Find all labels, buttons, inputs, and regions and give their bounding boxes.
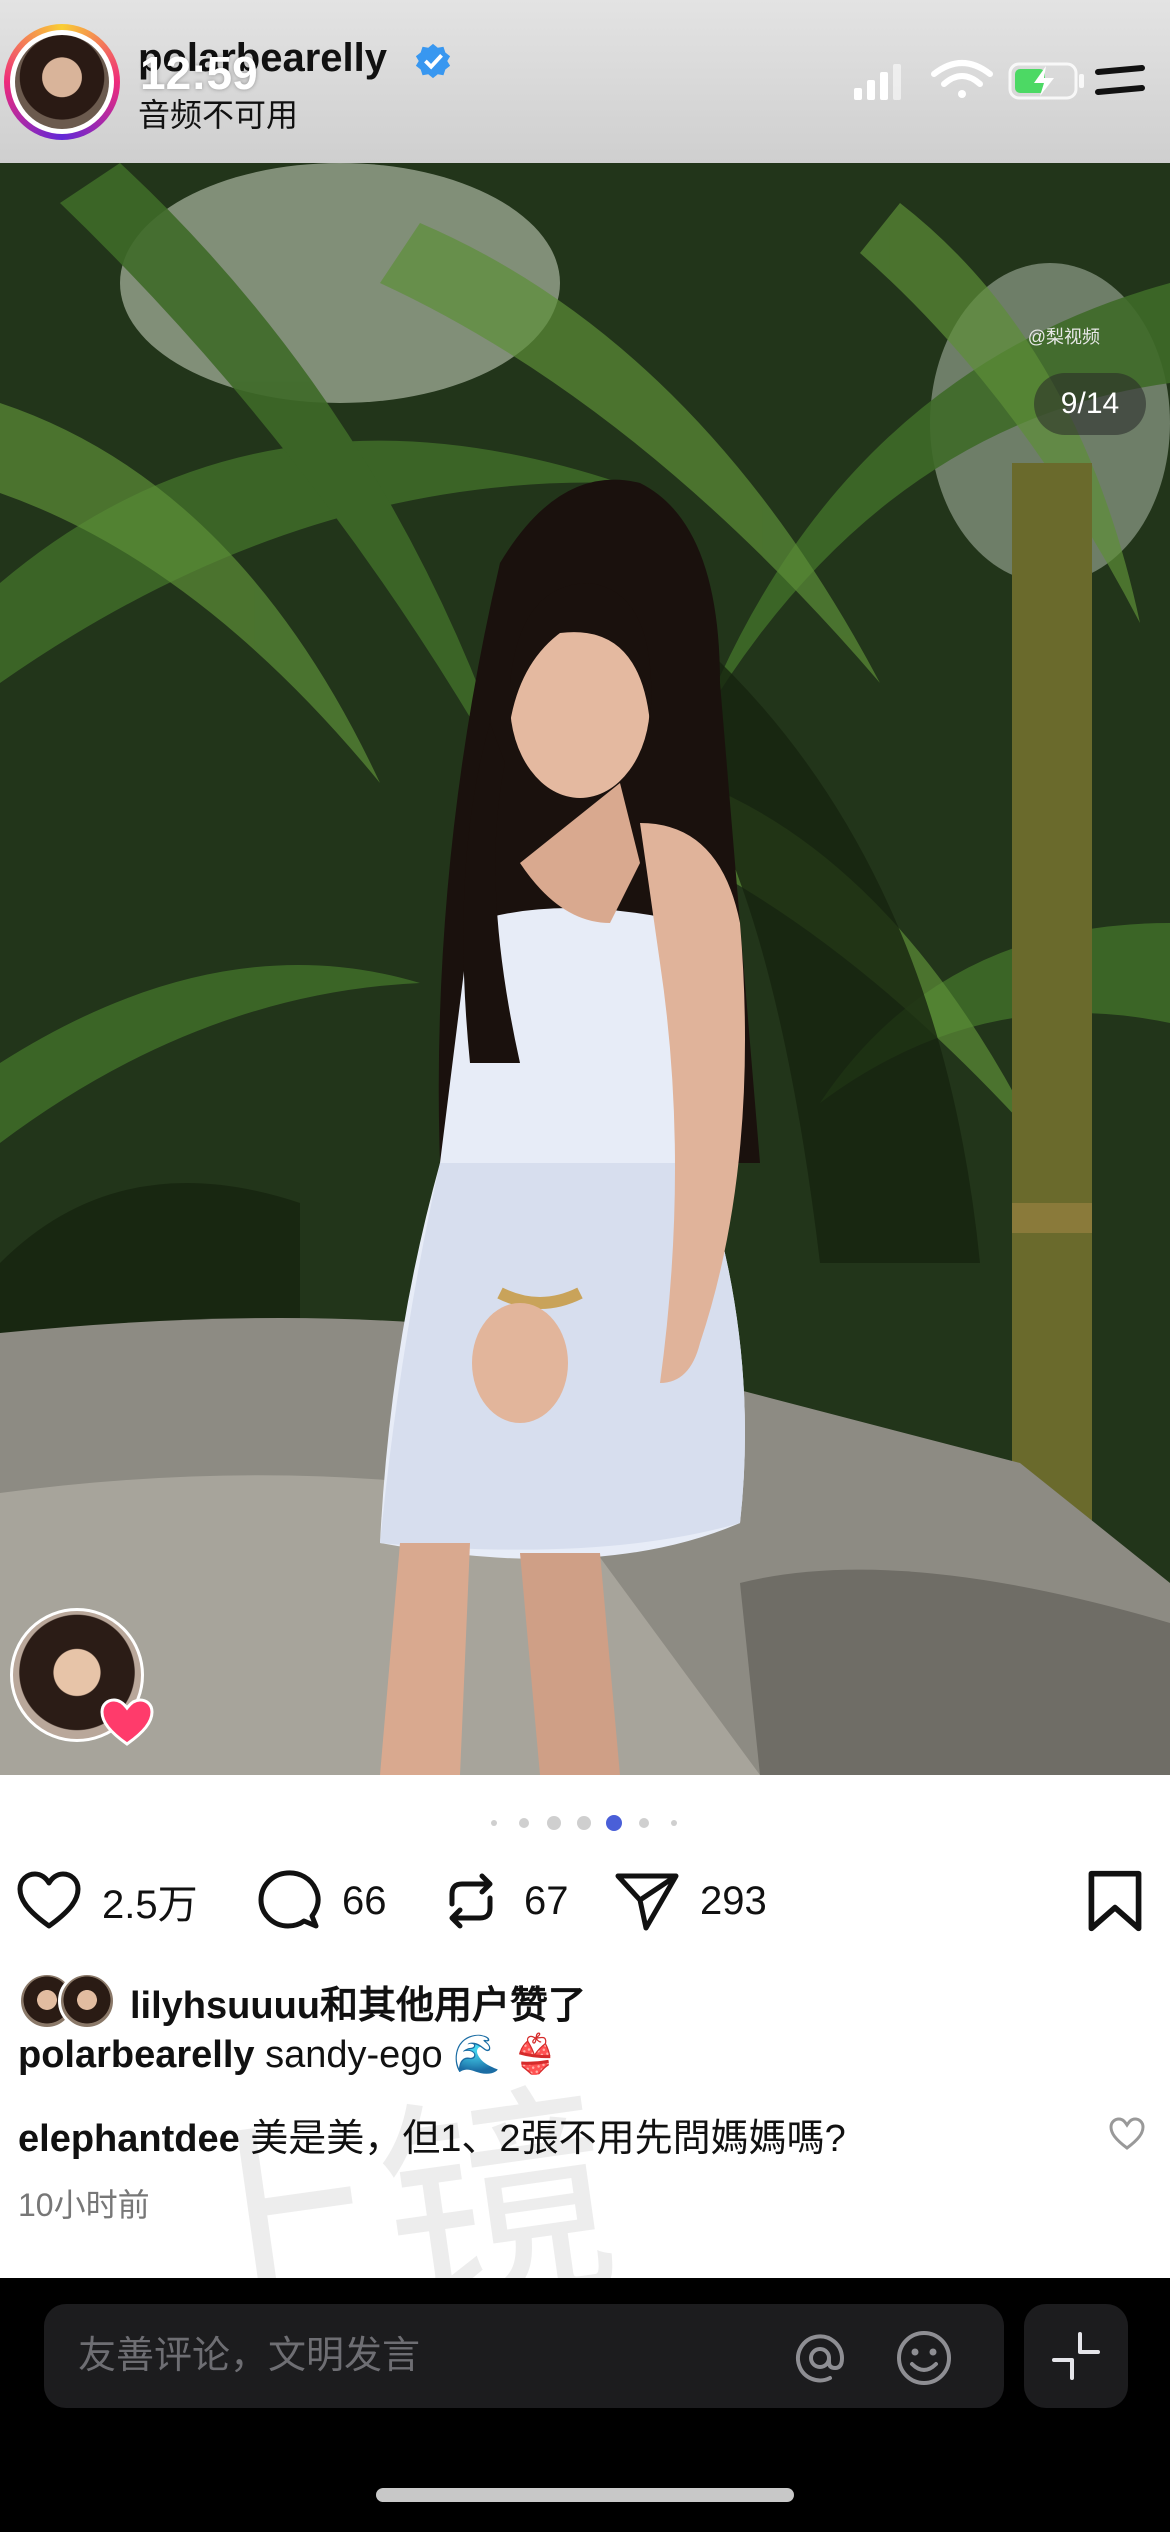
page-counter: 9/14 (1034, 373, 1146, 435)
post-header: polarbearelly 音频不可用 12:59 (0, 0, 1170, 163)
share-button[interactable]: 293 (612, 1861, 767, 1941)
collapse-arrows-icon (1052, 2332, 1100, 2380)
status-icons (854, 60, 1145, 100)
post-caption: polarbearelly sandy-ego 🌊 👙 (18, 2033, 558, 2077)
comment-bubble-icon (258, 1870, 321, 1929)
heart-outline-icon (17, 1871, 81, 1929)
comment-button[interactable]: 66 (254, 1861, 387, 1941)
status-time: 12:59 (140, 47, 258, 99)
repost-button[interactable]: 67 (436, 1861, 569, 1941)
like-button[interactable]: 2.5万 (14, 1861, 198, 1941)
send-icon (615, 1873, 679, 1931)
verified-badge-icon (415, 43, 451, 79)
comment-like-icon[interactable] (1108, 2117, 1146, 2151)
bookmark-icon (1088, 1870, 1142, 1932)
repost-count: 67 (524, 1878, 569, 1923)
liker-username[interactable]: lilyhsuuuu (130, 1985, 320, 2027)
caption-username[interactable]: polarbearelly (18, 2034, 255, 2076)
mention-icon[interactable] (790, 2328, 850, 2388)
liked-by-row[interactable]: lilyhsuuuu和其他用户赞了 (18, 1972, 586, 2030)
home-indicator[interactable] (376, 2488, 794, 2502)
comment-text: 美是美，但1、2張不用先問媽媽嗎? (250, 2118, 846, 2160)
emoji-icon[interactable] (894, 2328, 954, 2388)
action-bar: 2.5万 66 67 293 (0, 1861, 1170, 1941)
comment-composer-bar: 友善评论，文明发言 (0, 2278, 1170, 2532)
avatar-image (15, 35, 109, 129)
menu-icon (1095, 65, 1145, 95)
wifi-icon (931, 60, 993, 98)
save-button[interactable] (1082, 1861, 1148, 1941)
heart-icon (100, 1698, 154, 1746)
share-count: 293 (700, 1878, 767, 1923)
caption-text: sandy-ego 🌊 👙 (265, 2034, 559, 2076)
post-timestamp: 10小时前 (18, 2187, 150, 2223)
post-photo[interactable]: @梨视频 9/14 (0, 163, 1170, 1775)
author-avatar[interactable] (4, 24, 120, 140)
like-count: 2.5万 (102, 1883, 198, 1927)
post-details: 2.5万 66 67 293 lilyhsuuuu和其他用户赞了 polarbe… (0, 1775, 1170, 2387)
carousel-indicator (491, 1815, 677, 1831)
commenter-username[interactable]: elephantdee (18, 2118, 240, 2160)
cellular-signal-icon (854, 64, 901, 100)
expand-button[interactable] (1024, 2304, 1128, 2408)
repost-icon (449, 1873, 493, 1929)
liker-avatar-2 (58, 1972, 116, 2030)
battery-charging-icon (1008, 62, 1084, 100)
top-comment: elephantdee 美是美，但1、2張不用先問媽媽嗎? (18, 2107, 846, 2162)
liked-by-text: lilyhsuuuu和其他用户赞了 (130, 1974, 586, 2029)
comment-count: 66 (342, 1878, 387, 1923)
photo-scene (0, 163, 1170, 1775)
source-watermark: @梨视频 (1027, 327, 1100, 347)
liked-by-suffix: 和其他用户赞了 (320, 1984, 587, 2027)
comment-input[interactable]: 友善评论，文明发言 (44, 2304, 1004, 2408)
